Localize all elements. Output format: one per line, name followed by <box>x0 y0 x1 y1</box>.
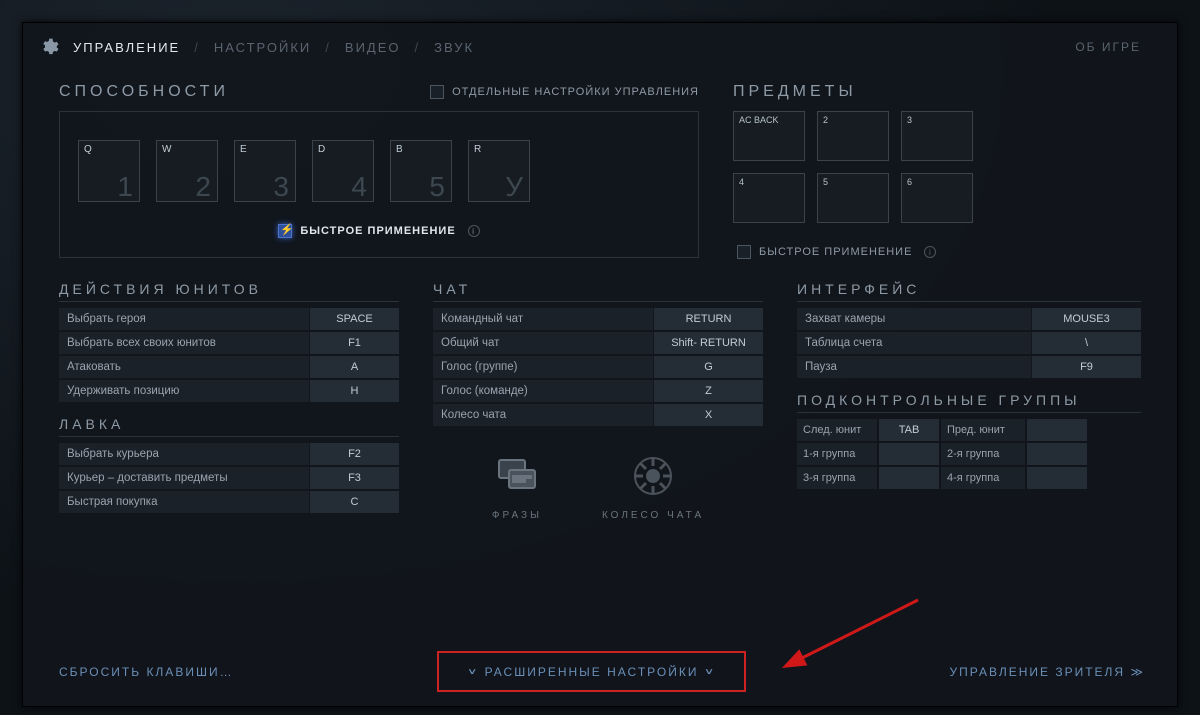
interface-title: ИНТЕРФЕЙС <box>797 281 1141 302</box>
keybind-label: Выбрать курьера <box>59 448 309 460</box>
keybind-key[interactable]: X <box>653 404 763 426</box>
abilities-frame: Q1 W2 E3 D4 B5 RУ БЫСТРОЕ ПРИМЕНЕНИЕ i <box>59 111 699 258</box>
keybind-row: Удерживать позициюH <box>59 380 399 402</box>
shop-title: ЛАВКА <box>59 416 399 437</box>
phrases-button[interactable]: ФРАЗЫ <box>492 452 542 521</box>
chat-title: ЧАТ <box>433 281 763 302</box>
keybind-key[interactable]: Z <box>653 380 763 402</box>
keybind-label: Курьер – доставить предметы <box>59 472 309 484</box>
tab-controls[interactable]: УПРАВЛЕНИЕ <box>73 40 180 55</box>
ability-slot-5[interactable]: B5 <box>390 140 452 202</box>
abilities-quickcast-checkbox[interactable]: БЫСТРОЕ ПРИМЕНЕНИЕ i <box>278 224 479 238</box>
reset-keys-button[interactable]: СБРОСИТЬ КЛАВИШИ… <box>59 665 234 679</box>
ability-slot-2[interactable]: W2 <box>156 140 218 202</box>
keybind-label: Колесо чата <box>433 409 653 421</box>
chat-wheel-button[interactable]: КОЛЕСО ЧАТА <box>602 452 704 521</box>
topbar: УПРАВЛЕНИЕ/ НАСТРОЙКИ/ ВИДЕО/ ЗВУК ОБ ИГ… <box>59 37 1141 57</box>
keybind-key[interactable]: H <box>309 380 399 402</box>
group-label: След. юнит <box>797 419 877 441</box>
keybind-key[interactable]: SPACE <box>309 308 399 330</box>
info-icon: i <box>924 246 936 258</box>
keybind-key[interactable]: MOUSE3 <box>1031 308 1141 330</box>
advanced-settings-button[interactable]: ∨ РАСШИРЕННЫЕ НАСТРОЙКИ ∨ <box>437 651 746 692</box>
group-key[interactable] <box>879 467 939 489</box>
group-key[interactable] <box>1027 467 1087 489</box>
keybind-label: Командный чат <box>433 313 653 325</box>
item-slot-5[interactable]: 5 <box>817 173 889 223</box>
keybind-row: Голос (команде)Z <box>433 380 763 402</box>
ability-slot-3[interactable]: E3 <box>234 140 296 202</box>
settings-panel: УПРАВЛЕНИЕ/ НАСТРОЙКИ/ ВИДЕО/ ЗВУК ОБ ИГ… <box>22 22 1178 707</box>
keybind-row: Выбрать всех своих юнитовF1 <box>59 332 399 354</box>
keybind-row: Быстрая покупкаC <box>59 491 399 513</box>
keybind-key[interactable]: F1 <box>309 332 399 354</box>
group-key[interactable] <box>1027 419 1087 441</box>
item-slot-2[interactable]: 2 <box>817 111 889 161</box>
keybind-label: Голос (команде) <box>433 385 653 397</box>
items-quickcast-checkbox[interactable]: БЫСТРОЕ ПРИМЕНЕНИЕ i <box>737 245 936 259</box>
item-slot-1[interactable]: AC BACK <box>733 111 805 161</box>
footer: СБРОСИТЬ КЛАВИШИ… ∨ РАСШИРЕННЫЕ НАСТРОЙК… <box>59 651 1141 692</box>
keybind-key[interactable]: G <box>653 356 763 378</box>
app-root: УПРАВЛЕНИЕ/ НАСТРОЙКИ/ ВИДЕО/ ЗВУК ОБ ИГ… <box>0 0 1200 715</box>
group-label: 3-я группа <box>797 467 877 489</box>
keybind-row: Выбрать герояSPACE <box>59 308 399 330</box>
group-key[interactable] <box>1027 443 1087 465</box>
spectator-controls-button[interactable]: УПРАВЛЕНИЕ ЗРИТЕЛЯ ≫ <box>950 665 1142 679</box>
keybind-row: Колесо чатаX <box>433 404 763 426</box>
group-key[interactable]: TAB <box>879 419 939 441</box>
keybind-key[interactable]: F2 <box>309 443 399 465</box>
keybind-row: Голос (группе)G <box>433 356 763 378</box>
keybind-label: Захват камеры <box>797 313 1031 325</box>
keybind-key[interactable]: F9 <box>1031 356 1141 378</box>
keybind-key[interactable]: A <box>309 356 399 378</box>
separate-controls-checkbox[interactable]: ОТДЕЛЬНЫЕ НАСТРОЙКИ УПРАВЛЕНИЯ <box>430 85 699 99</box>
ability-slot-6[interactable]: RУ <box>468 140 530 202</box>
keybind-row: Курьер – доставить предметыF3 <box>59 467 399 489</box>
keybind-row: Общий чатShift- RETURN <box>433 332 763 354</box>
ability-slot-1[interactable]: Q1 <box>78 140 140 202</box>
group-label: Пред. юнит <box>941 419 1025 441</box>
keybind-key[interactable]: RETURN <box>653 308 763 330</box>
item-slot-4[interactable]: 4 <box>733 173 805 223</box>
keybind-label: Выбрать героя <box>59 313 309 325</box>
group-label: 1-я группа <box>797 443 877 465</box>
tab-video[interactable]: ВИДЕО <box>345 40 401 55</box>
keybind-label: Пауза <box>797 361 1031 373</box>
keybind-key[interactable]: C <box>309 491 399 513</box>
keybind-row: АтаковатьA <box>59 356 399 378</box>
keybind-row: Таблица счета\ <box>797 332 1141 354</box>
keybind-label: Атаковать <box>59 361 309 373</box>
items-title: ПРЕДМЕТЫ <box>733 83 1141 101</box>
abilities-title: СПОСОБНОСТИ <box>59 83 229 101</box>
keybind-row: Командный чатRETURN <box>433 308 763 330</box>
keybind-label: Таблица счета <box>797 337 1031 349</box>
item-slot-3[interactable]: 3 <box>901 111 973 161</box>
unit-actions-title: ДЕЙСТВИЯ ЮНИТОВ <box>59 281 399 302</box>
control-groups-title: ПОДКОНТРОЛЬНЫЕ ГРУППЫ <box>797 392 1141 413</box>
keybind-label: Голос (группе) <box>433 361 653 373</box>
tab-settings[interactable]: НАСТРОЙКИ <box>214 40 311 55</box>
keybind-key[interactable]: Shift- RETURN <box>653 332 763 354</box>
keybind-key[interactable]: F3 <box>309 467 399 489</box>
group-label: 4-я группа <box>941 467 1025 489</box>
item-slot-6[interactable]: 6 <box>901 173 973 223</box>
group-label: 2-я группа <box>941 443 1025 465</box>
keybind-label: Удерживать позицию <box>59 385 309 397</box>
ability-slot-4[interactable]: D4 <box>312 140 374 202</box>
keybind-label: Общий чат <box>433 337 653 349</box>
keybind-row: ПаузаF9 <box>797 356 1141 378</box>
keybind-label: Выбрать всех своих юнитов <box>59 337 309 349</box>
group-key[interactable] <box>879 443 939 465</box>
gear-icon <box>39 37 59 57</box>
keybind-row: Выбрать курьераF2 <box>59 443 399 465</box>
keybind-label: Быстрая покупка <box>59 496 309 508</box>
about-link[interactable]: ОБ ИГРЕ <box>1075 40 1141 54</box>
tab-audio[interactable]: ЗВУК <box>434 40 474 55</box>
keybind-row: Захват камерыMOUSE3 <box>797 308 1141 330</box>
info-icon: i <box>468 225 480 237</box>
keybind-key[interactable]: \ <box>1031 332 1141 354</box>
